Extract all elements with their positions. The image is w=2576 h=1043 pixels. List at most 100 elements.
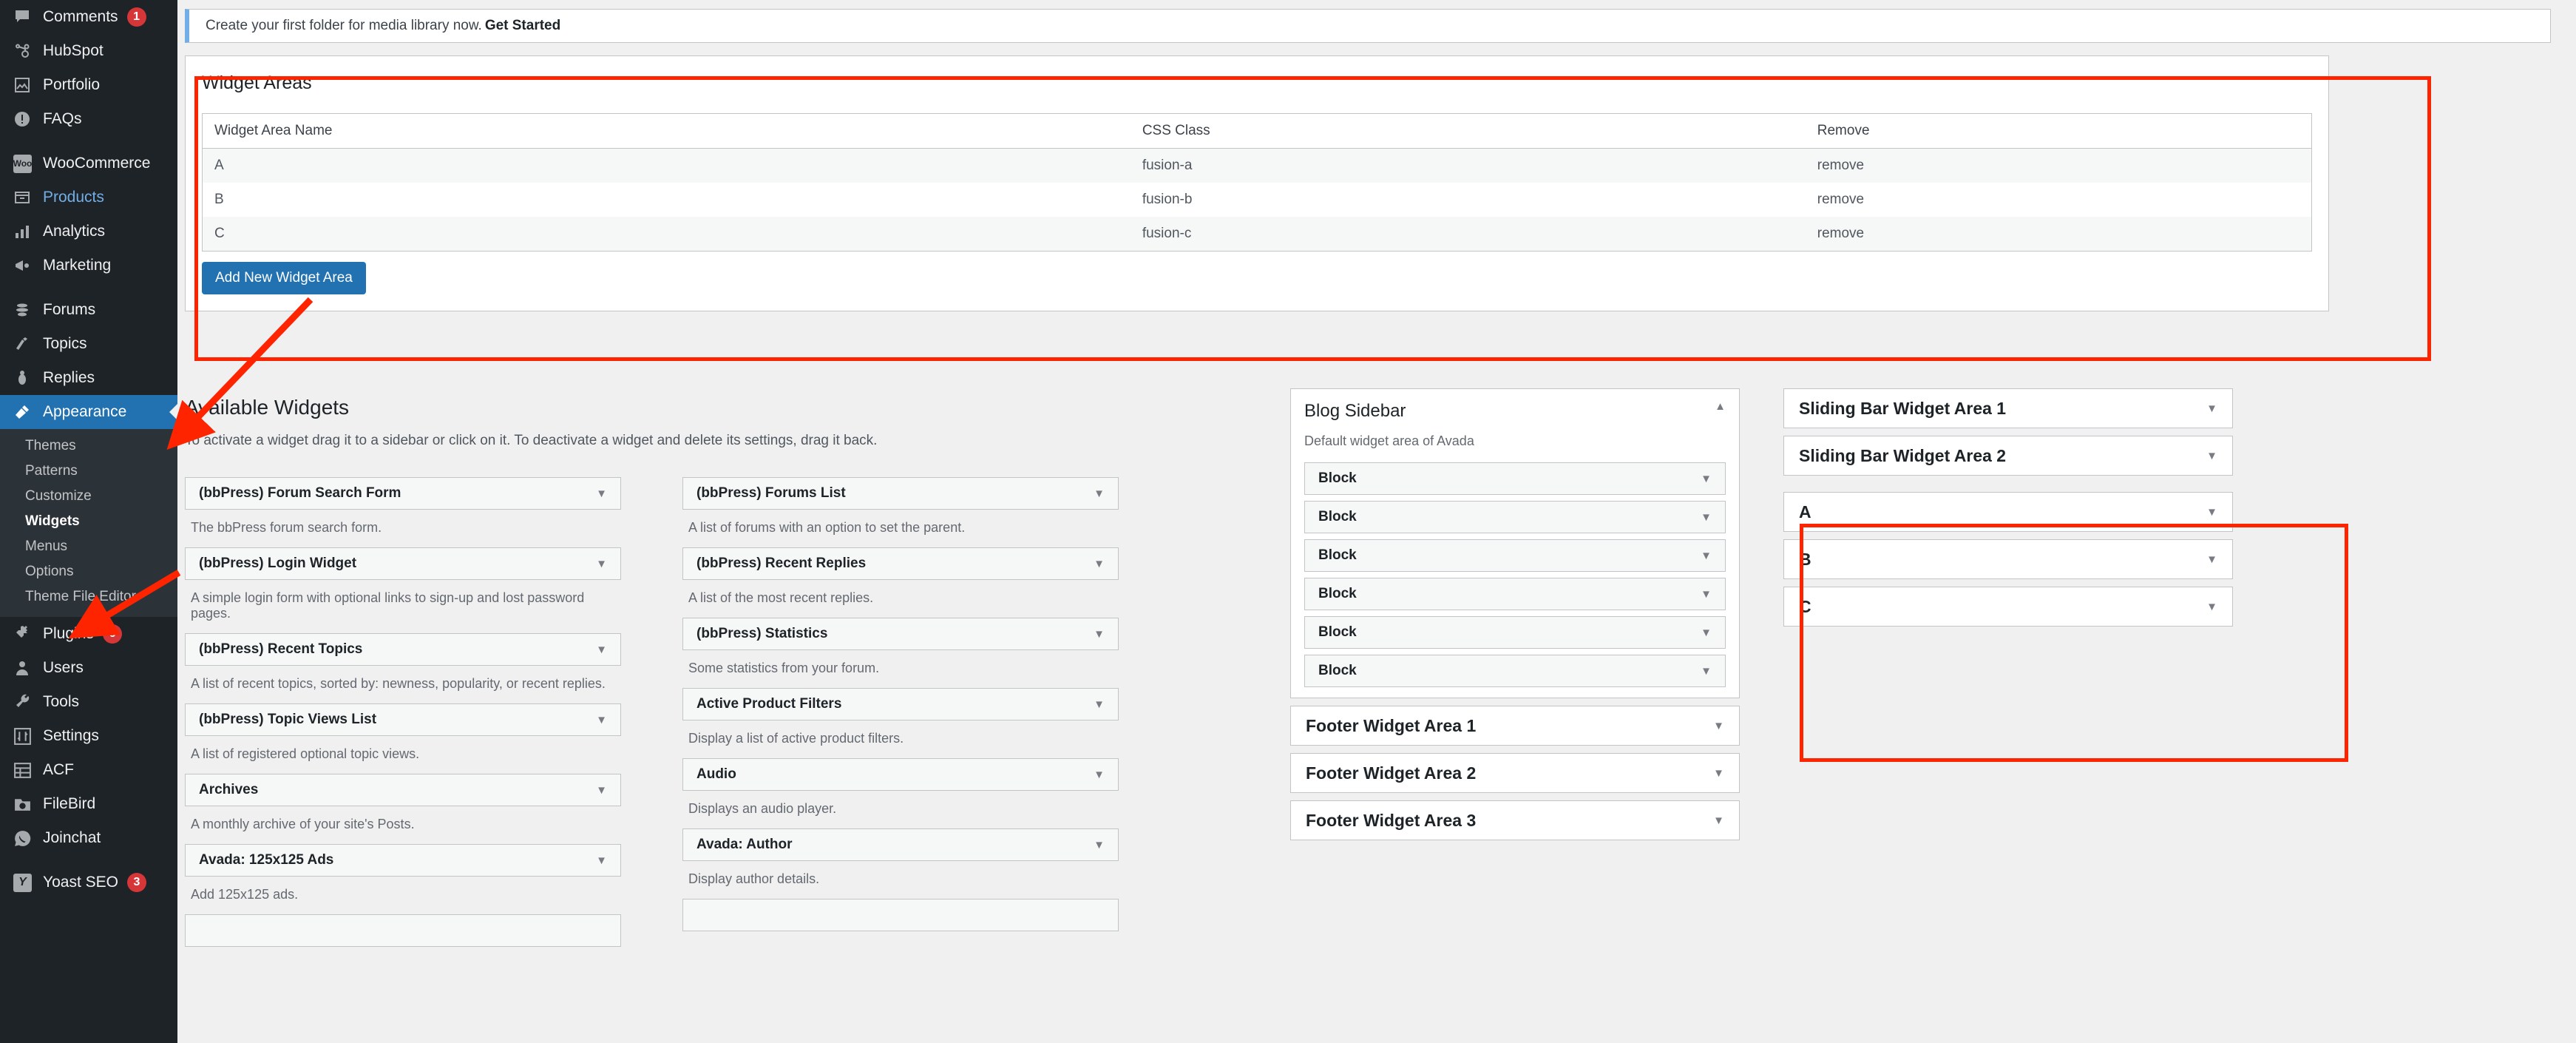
chevron-down-icon[interactable]: ▼ xyxy=(596,715,607,726)
block-widget[interactable]: Block ▼ xyxy=(1304,462,1726,495)
sliding-bar-widget-area-1[interactable]: Sliding Bar Widget Area 1 ▼ xyxy=(1783,388,2233,428)
widget-card[interactable]: Avada: Author ▼ xyxy=(682,828,1119,861)
chevron-down-icon[interactable]: ▼ xyxy=(2206,601,2217,612)
chevron-down-icon[interactable]: ▼ xyxy=(2206,403,2217,414)
sidebar-item-yoast-seo[interactable]: Y Yoast SEO 3 xyxy=(0,865,177,899)
chevron-down-icon[interactable]: ▼ xyxy=(596,785,607,796)
custom-widget-area-a[interactable]: A ▼ xyxy=(1783,492,2233,532)
wrench-icon xyxy=(13,693,43,711)
block-widget[interactable]: Block ▼ xyxy=(1304,501,1726,533)
sidebar-item-marketing[interactable]: Marketing xyxy=(0,249,177,283)
widget-card[interactable]: (bbPress) Topic Views List ▼ xyxy=(185,703,621,736)
widgets-admin-screen: Comments 1 HubSpot Portfolio FAQs Woo Wo… xyxy=(0,0,2576,1043)
sidebar-item-label: Marketing xyxy=(43,257,112,274)
chevron-down-icon[interactable]: ▼ xyxy=(1701,589,1712,600)
sidebar-item-appearance[interactable]: Appearance xyxy=(0,395,177,429)
sidebar-item-acf[interactable]: ACF xyxy=(0,753,177,787)
sidebar-item-plugins[interactable]: Plugins 6 xyxy=(0,617,177,651)
widget-card[interactable]: Avada: 125x125 Ads ▼ xyxy=(185,844,621,877)
chevron-down-icon[interactable]: ▼ xyxy=(1094,840,1105,851)
joinchat-icon xyxy=(13,829,43,848)
chevron-down-icon[interactable]: ▼ xyxy=(1094,769,1105,780)
submenu-item-themes[interactable]: Themes xyxy=(0,433,177,459)
sidebar-item-tools[interactable]: Tools xyxy=(0,685,177,719)
submenu-item-options[interactable]: Options xyxy=(0,559,177,584)
cell-remove-link[interactable]: remove xyxy=(1806,183,2312,217)
chevron-down-icon[interactable]: ▼ xyxy=(1713,768,1724,779)
footer-widget-area-1[interactable]: Footer Widget Area 1 ▼ xyxy=(1290,706,1740,746)
cell-remove-link[interactable]: remove xyxy=(1805,148,2312,183)
blog-sidebar-header[interactable]: Blog Sidebar ▲ xyxy=(1304,401,1726,422)
cell-remove-link[interactable]: remove xyxy=(1805,217,2312,252)
widget-card[interactable]: (bbPress) Recent Topics ▼ xyxy=(185,633,621,666)
submenu-item-theme-file-editor[interactable]: Theme File Editor xyxy=(0,584,177,610)
submenu-item-customize[interactable]: Customize xyxy=(0,484,177,509)
chevron-down-icon[interactable]: ▼ xyxy=(596,488,607,499)
chevron-down-icon[interactable]: ▼ xyxy=(1713,720,1724,732)
chevron-down-icon[interactable]: ▼ xyxy=(2206,507,2217,518)
sidebar-item-faqs[interactable]: FAQs xyxy=(0,102,177,136)
sidebar-item-portfolio[interactable]: Portfolio xyxy=(0,68,177,102)
chevron-down-icon[interactable]: ▼ xyxy=(596,855,607,866)
chevron-down-icon[interactable]: ▼ xyxy=(1094,699,1105,710)
widget-card-description: Display a list of active product filters… xyxy=(688,731,904,746)
sidebar-item-replies[interactable]: Replies xyxy=(0,361,177,395)
chevron-down-icon[interactable]: ▼ xyxy=(1701,627,1712,638)
chevron-down-icon[interactable]: ▼ xyxy=(2206,450,2217,462)
widget-card[interactable]: (bbPress) Recent Replies ▼ xyxy=(682,547,1119,580)
widget-card[interactable]: Active Product Filters ▼ xyxy=(682,688,1119,720)
sidebar-item-forums[interactable]: Forums xyxy=(0,293,177,327)
zone-title: A xyxy=(1799,502,1811,522)
sidebar-item-woocommerce[interactable]: Woo WooCommerce xyxy=(0,146,177,180)
notice-text: Create your first folder for media libra… xyxy=(206,18,482,33)
sidebar-item-joinchat[interactable]: Joinchat xyxy=(0,821,177,855)
widget-card[interactable]: (bbPress) Forums List ▼ xyxy=(682,477,1119,510)
custom-widget-area-c[interactable]: C ▼ xyxy=(1783,587,2233,627)
chevron-down-icon[interactable]: ▼ xyxy=(1094,629,1105,640)
widget-card[interactable]: (bbPress) Forum Search Form ▼ xyxy=(185,477,621,510)
chevron-down-icon[interactable]: ▼ xyxy=(596,644,607,655)
chevron-down-icon[interactable]: ▼ xyxy=(1713,815,1724,826)
sidebar-item-users[interactable]: Users xyxy=(0,651,177,685)
sliding-bar-widget-area-2[interactable]: Sliding Bar Widget Area 2 ▼ xyxy=(1783,436,2233,476)
plugin-icon xyxy=(13,625,43,643)
sidebar-item-settings[interactable]: Settings xyxy=(0,719,177,753)
submenu-item-widgets[interactable]: Widgets xyxy=(0,509,177,534)
sidebar-item-analytics[interactable]: Analytics xyxy=(0,215,177,249)
sidebar-item-label: Replies xyxy=(43,369,95,386)
widget-card[interactable]: Archives ▼ xyxy=(185,774,621,806)
block-widget[interactable]: Block ▼ xyxy=(1304,539,1726,572)
block-widget[interactable]: Block ▼ xyxy=(1304,616,1726,649)
sidebar-item-filebird[interactable]: FileBird xyxy=(0,787,177,821)
sidebar-item-hubspot[interactable]: HubSpot xyxy=(0,34,177,68)
custom-widget-area-b[interactable]: B ▼ xyxy=(1783,539,2233,579)
widget-card[interactable]: Audio ▼ xyxy=(682,758,1119,791)
chevron-up-icon[interactable]: ▲ xyxy=(1715,401,1726,412)
settings-icon xyxy=(13,727,43,746)
notice-link-get-started[interactable]: Get Started xyxy=(485,18,560,34)
widget-card-partial[interactable] xyxy=(185,914,621,947)
chevron-down-icon[interactable]: ▼ xyxy=(1094,558,1105,570)
sidebar-item-topics[interactable]: Topics xyxy=(0,327,177,361)
sidebar-divider xyxy=(0,136,177,146)
block-widget[interactable]: Block ▼ xyxy=(1304,578,1726,610)
submenu-item-menus[interactable]: Menus xyxy=(0,534,177,559)
submenu-item-patterns[interactable]: Patterns xyxy=(0,459,177,484)
widget-card[interactable]: (bbPress) Statistics ▼ xyxy=(682,618,1119,650)
widget-card-partial[interactable] xyxy=(682,899,1119,931)
widget-card[interactable]: (bbPress) Login Widget ▼ xyxy=(185,547,621,580)
chevron-down-icon[interactable]: ▼ xyxy=(2206,554,2217,565)
sidebar-divider xyxy=(0,283,177,293)
add-new-widget-area-button[interactable]: Add New Widget Area xyxy=(202,262,366,294)
footer-widget-area-2[interactable]: Footer Widget Area 2 ▼ xyxy=(1290,753,1740,793)
chevron-down-icon[interactable]: ▼ xyxy=(1701,512,1712,523)
chevron-down-icon[interactable]: ▼ xyxy=(1701,550,1712,561)
chevron-down-icon[interactable]: ▼ xyxy=(1701,666,1712,677)
chevron-down-icon[interactable]: ▼ xyxy=(1094,488,1105,499)
chevron-down-icon[interactable]: ▼ xyxy=(1701,473,1712,485)
chevron-down-icon[interactable]: ▼ xyxy=(596,558,607,570)
block-widget[interactable]: Block ▼ xyxy=(1304,655,1726,687)
footer-widget-area-3[interactable]: Footer Widget Area 3 ▼ xyxy=(1290,800,1740,840)
sidebar-item-products[interactable]: Products xyxy=(0,180,177,215)
sidebar-item-comments[interactable]: Comments 1 xyxy=(0,0,177,34)
